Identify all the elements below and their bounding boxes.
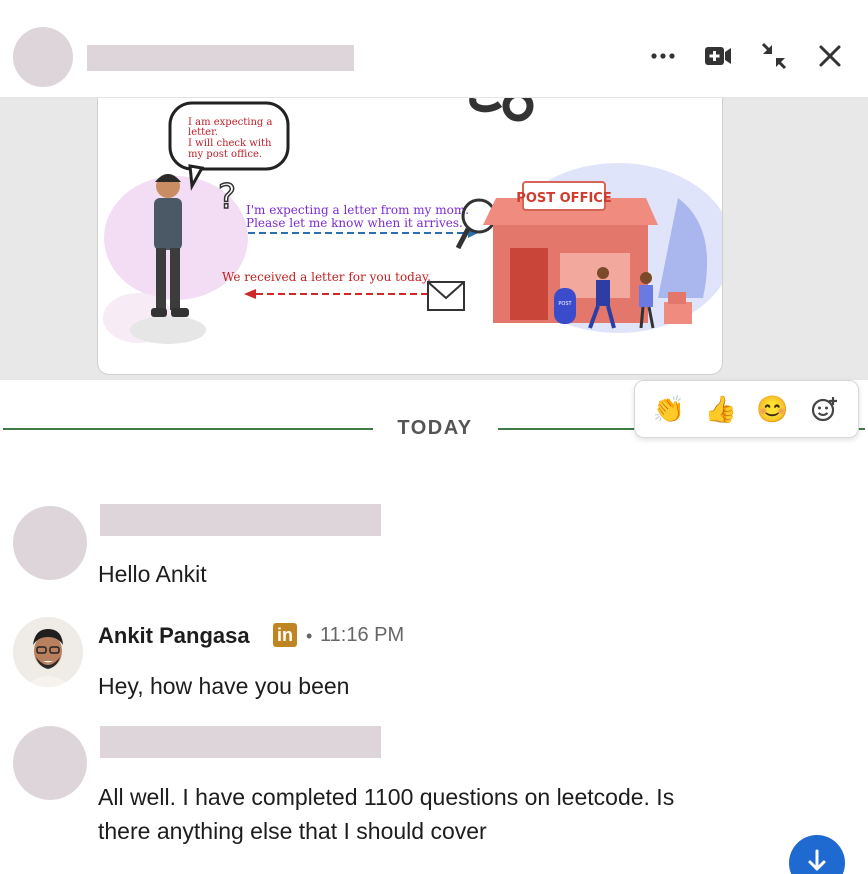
bubble-line-3: I will check with (188, 138, 272, 149)
profile-photo (13, 617, 83, 687)
close-icon (819, 45, 841, 67)
thumbs-up-reaction[interactable]: 👍 (699, 387, 743, 431)
video-call-icon (705, 47, 731, 65)
ankit-avatar[interactable] (13, 617, 83, 687)
linkedin-premium-badge: in (273, 623, 297, 647)
response-text: We received a letter for you today. (222, 270, 431, 284)
message-text-line-1: All well. I have completed 1100 question… (98, 784, 675, 810)
divider-line-left (3, 428, 373, 430)
contact-avatar[interactable] (13, 27, 73, 87)
arrow-down-icon (808, 849, 826, 871)
mailbox-label: POST (558, 301, 572, 307)
smile-reaction[interactable]: 😊 (750, 387, 794, 431)
minimize-button[interactable] (754, 36, 794, 76)
post-office-sign: POST OFFICE (516, 191, 611, 206)
reaction-bar: 👏 👍 😊 (634, 380, 859, 438)
video-call-button[interactable] (698, 36, 738, 76)
message-text-line-2: there anything else that I should cover (98, 818, 487, 844)
sender-avatar-redacted[interactable] (13, 726, 87, 800)
request-line-2: Please let me know when it arrives. (246, 216, 463, 230)
conversation-header (0, 0, 868, 98)
minimize-icon (761, 42, 787, 70)
date-divider-label: TODAY (397, 417, 473, 439)
sender-name[interactable]: Ankit Pangasa (98, 623, 250, 649)
partial-logo (469, 98, 534, 122)
clap-reaction[interactable]: 👏 (647, 387, 691, 431)
message-text: Hey, how have you been (98, 673, 350, 699)
add-reaction-button[interactable] (802, 387, 846, 431)
post-office-illustration: ? I am expecting a letter. I will check … (103, 98, 722, 344)
request-line-1: I'm expecting a letter from my mom. (246, 203, 469, 217)
emoji-add-icon (812, 397, 838, 422)
message-text: Hello Ankit (98, 561, 207, 587)
more-options-icon (651, 53, 675, 59)
shared-image-card[interactable]: ? I am expecting a letter. I will check … (97, 98, 723, 375)
svg-text:?: ? (218, 177, 236, 217)
sender-avatar-redacted[interactable] (13, 506, 87, 580)
bubble-line-2: letter. (188, 127, 218, 138)
more-options-button[interactable] (643, 36, 683, 76)
bubble-line-4: my post office. (188, 149, 262, 160)
separator-dot: • (306, 626, 313, 646)
contact-name-redacted[interactable] (87, 45, 354, 71)
sender-name-redacted[interactable] (100, 726, 381, 758)
sender-name-redacted[interactable] (100, 504, 381, 536)
scroll-to-bottom-button[interactable] (789, 835, 845, 874)
message-timestamp: 11:16 PM (320, 624, 405, 646)
close-button[interactable] (810, 36, 850, 76)
svg-text:I'm expecting a letter from my: I'm expecting a letter from my mom. Plea… (246, 203, 473, 230)
